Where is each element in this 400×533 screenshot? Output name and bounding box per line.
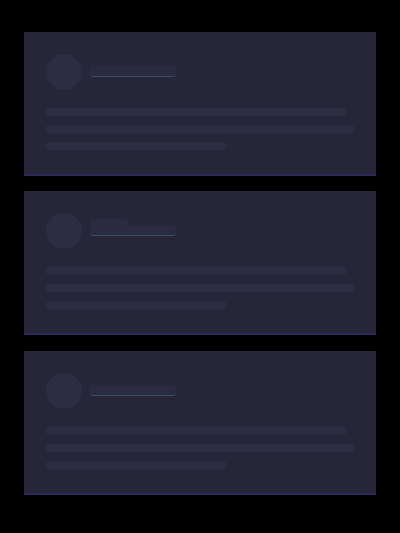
avatar-placeholder (46, 54, 82, 90)
avatar-placeholder (46, 213, 82, 249)
text-line-placeholder (46, 125, 354, 133)
text-line-placeholder (46, 284, 354, 292)
text-line-placeholder (46, 444, 354, 452)
avatar-placeholder (46, 373, 82, 409)
text-line-placeholder (46, 108, 346, 116)
author-name-placeholder (90, 225, 176, 236)
feed-list (0, 0, 400, 533)
text-line-placeholder (46, 301, 226, 309)
author-name-placeholder (90, 66, 176, 77)
text-line-placeholder (46, 427, 346, 435)
text-line-placeholder (46, 461, 226, 469)
feed-card-skeleton (24, 351, 376, 495)
author-name-placeholder (90, 385, 176, 396)
feed-card-skeleton (24, 32, 376, 176)
feed-card-skeleton (24, 191, 376, 335)
text-line-placeholder (46, 267, 346, 275)
text-line-placeholder (46, 142, 226, 150)
